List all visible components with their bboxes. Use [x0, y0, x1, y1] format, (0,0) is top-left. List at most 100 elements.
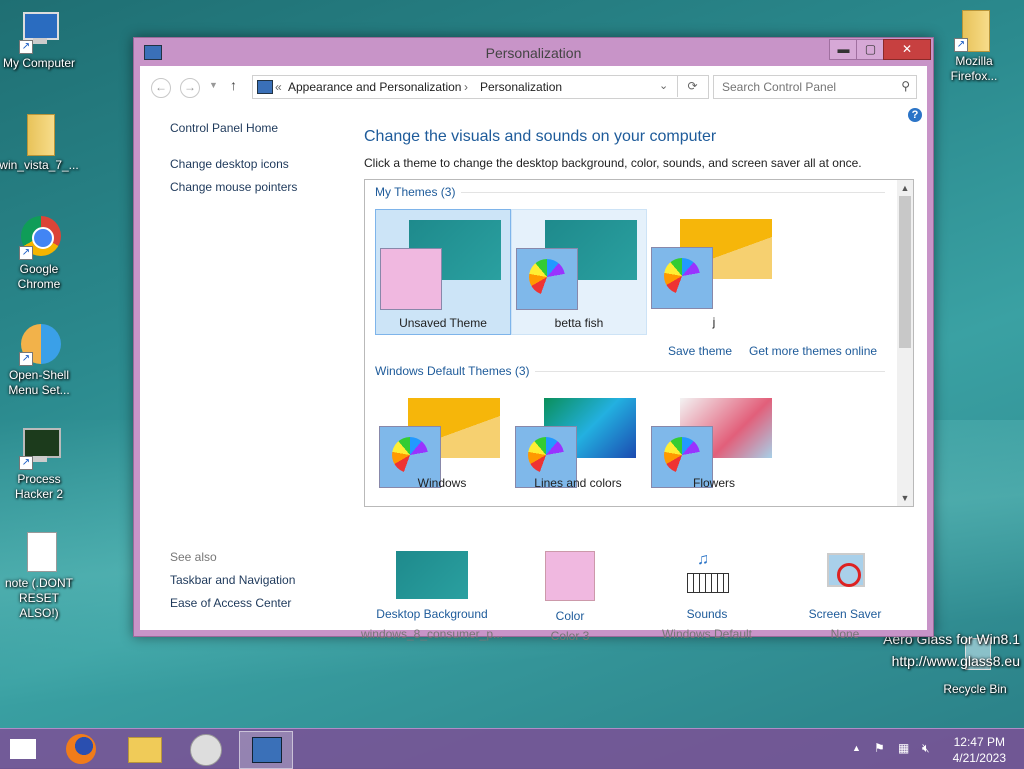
see-also-header: See also — [170, 550, 217, 564]
show-hidden-icons[interactable]: ▲ — [852, 743, 861, 753]
folder-icon — [128, 737, 162, 763]
desktop-icon-label: My Computer — [2, 56, 76, 70]
palette-fan-icon — [529, 259, 565, 295]
control-panel-icon — [252, 737, 282, 763]
desktop-icon-process-hacker[interactable]: ↗ Process Hacker 2 — [0, 426, 79, 502]
control-panel-home-link[interactable]: Control Panel Home — [170, 121, 278, 135]
screen-saver-link[interactable]: Screen Saver — [770, 607, 920, 621]
chrome-icon: ↗ — [19, 216, 61, 260]
save-theme-link[interactable]: Save theme — [668, 344, 732, 358]
sounds-value: Windows Default — [661, 627, 753, 641]
text-file-icon — [19, 530, 59, 574]
color-link[interactable]: Color — [495, 609, 645, 623]
scroll-up-arrow[interactable]: ▲ — [897, 180, 913, 196]
start-button[interactable] — [10, 739, 36, 759]
color-value: Color 3 — [550, 629, 590, 643]
desktop-icon-firefox-folder[interactable]: ↗ Mozilla Firefox... — [934, 8, 1014, 84]
scroll-thumb[interactable] — [899, 196, 911, 348]
network-icon[interactable]: ▦ — [898, 741, 909, 755]
desktop-background-link[interactable]: Desktop Background — [357, 607, 507, 621]
minimize-button[interactable]: ▬ — [829, 39, 858, 60]
color-item[interactable]: Color Color 3 — [495, 551, 645, 643]
taskbar-navigation-link[interactable]: Taskbar and Navigation — [170, 573, 295, 587]
desktop-icon-label: Recycle Bin — [943, 682, 1007, 696]
back-button[interactable]: ← — [151, 78, 171, 98]
action-center-flag-icon[interactable]: ⚑ — [874, 741, 885, 755]
desktop-icon-label: note (.DONT RESET ALSO!) — [4, 576, 73, 620]
search-icon[interactable]: ⚲ — [901, 79, 910, 93]
desktop-background-value: windows_8_consumer_p... — [360, 627, 504, 641]
breadcrumb-separator: › — [464, 80, 468, 94]
desktop-icon-label: Open-Shell Menu Set... — [8, 368, 70, 397]
desktop-icon-folder[interactable]: win_vista_7_... — [0, 112, 79, 173]
theme-tile-lines-and-colors[interactable]: Lines and colors — [511, 388, 645, 506]
taskbar-control-panel[interactable] — [239, 731, 293, 769]
folder-icon: ↗ — [954, 8, 994, 52]
maximize-button[interactable]: ▢ — [856, 39, 885, 60]
color-swatch — [545, 551, 595, 601]
group-divider — [461, 192, 885, 193]
theme-tile-unsaved[interactable]: Unsaved Theme — [375, 209, 511, 335]
refresh-button[interactable]: ⟳ — [677, 75, 707, 97]
sounds-link[interactable]: Sounds — [632, 607, 782, 621]
screen-saver-icon — [821, 551, 869, 599]
address-dropdown-icon[interactable]: ⌄ — [659, 79, 668, 92]
window-client: ← → ▼ ↑ « Appearance and Personalization… — [140, 66, 927, 643]
change-desktop-icons-link[interactable]: Change desktop icons — [170, 157, 289, 171]
forward-button[interactable]: → — [180, 78, 200, 98]
group-divider — [535, 371, 885, 372]
change-mouse-pointers-link[interactable]: Change mouse pointers — [170, 180, 297, 194]
theme-label: Unsaved Theme — [399, 316, 487, 330]
up-button[interactable]: ↑ — [230, 77, 237, 93]
page-subtitle: Click a theme to change the desktop back… — [364, 156, 862, 170]
ease-of-access-link[interactable]: Ease of Access Center — [170, 596, 291, 610]
help-icon[interactable]: ? — [908, 108, 922, 122]
desktop-icon-label: Mozilla Firefox... — [950, 54, 998, 83]
theme-label: betta fish — [554, 316, 604, 330]
theme-tile-flowers[interactable]: Flowers — [647, 388, 781, 506]
process-hacker-icon: ↗ — [19, 426, 61, 470]
gallery-scrollbar[interactable]: ▲ ▼ — [897, 180, 913, 506]
theme-tile-windows[interactable]: Windows — [375, 388, 509, 506]
sounds-item[interactable]: ♫ Sounds Windows Default — [632, 551, 782, 641]
refresh-circle-icon — [190, 734, 222, 766]
theme-gallery: My Themes (3) Unsaved Theme betta fish j… — [364, 179, 914, 507]
theme-tile-betta-fish[interactable]: betta fish — [511, 209, 647, 335]
desktop-icon-label: Google Chrome — [17, 262, 61, 291]
volume-muted-icon[interactable]: 🔇︎ — [922, 741, 930, 756]
desktop-icon-my-computer[interactable]: ↗ My Computer — [0, 10, 79, 71]
taskbar-firefox[interactable] — [56, 731, 108, 767]
windows-logo-icon — [10, 739, 36, 759]
title-bar[interactable]: Personalization ▬ ▢ ✕ — [134, 38, 933, 66]
get-more-themes-link[interactable]: Get more themes online — [749, 344, 877, 358]
taskbar-file-explorer[interactable] — [118, 731, 170, 767]
breadcrumb-appearance[interactable]: Appearance and Personalization — [288, 80, 461, 94]
scroll-down-arrow[interactable]: ▼ — [897, 490, 913, 506]
color-swatch — [516, 248, 578, 310]
desktop-background-item[interactable]: Desktop Background windows_8_consumer_p.… — [357, 551, 507, 641]
desktop-icon-open-shell[interactable]: ↗ Open-Shell Menu Set... — [0, 322, 79, 398]
wallpaper-thumbnail — [396, 551, 468, 599]
folder-icon — [19, 112, 59, 156]
address-overflow[interactable]: « — [275, 80, 282, 94]
desktop-icon-chrome[interactable]: ↗ Google Chrome — [0, 216, 79, 292]
theme-tile-j[interactable]: j — [647, 209, 781, 333]
search-input[interactable] — [720, 79, 889, 95]
desktop-icon-note[interactable]: note (.DONT RESET ALSO!) — [0, 530, 79, 621]
desktop-icon-label: win_vista_7_... — [0, 158, 79, 172]
default-themes-header[interactable]: Windows Default Themes (3) — [375, 364, 530, 378]
my-themes-header[interactable]: My Themes (3) — [375, 185, 455, 199]
close-button[interactable]: ✕ — [883, 39, 931, 60]
address-bar[interactable]: « Appearance and Personalization › Perso… — [252, 75, 709, 99]
personalization-window: Personalization ▬ ▢ ✕ ← → ▼ ↑ « Appearan… — [133, 37, 934, 643]
computer-icon: ↗ — [19, 10, 59, 54]
screen-saver-item[interactable]: Screen Saver None — [770, 551, 920, 641]
clock[interactable]: 12:47 PM 4/21/2023 — [953, 734, 1006, 766]
palette-fan-icon — [664, 437, 700, 473]
palette-fan-icon — [664, 258, 700, 294]
recent-dropdown-icon[interactable]: ▼ — [209, 80, 218, 90]
sounds-piano-icon: ♫ — [683, 551, 731, 599]
breadcrumb-personalization[interactable]: Personalization — [480, 80, 562, 94]
taskbar-app-3[interactable] — [179, 731, 231, 767]
search-box[interactable]: ⚲ — [713, 75, 917, 99]
